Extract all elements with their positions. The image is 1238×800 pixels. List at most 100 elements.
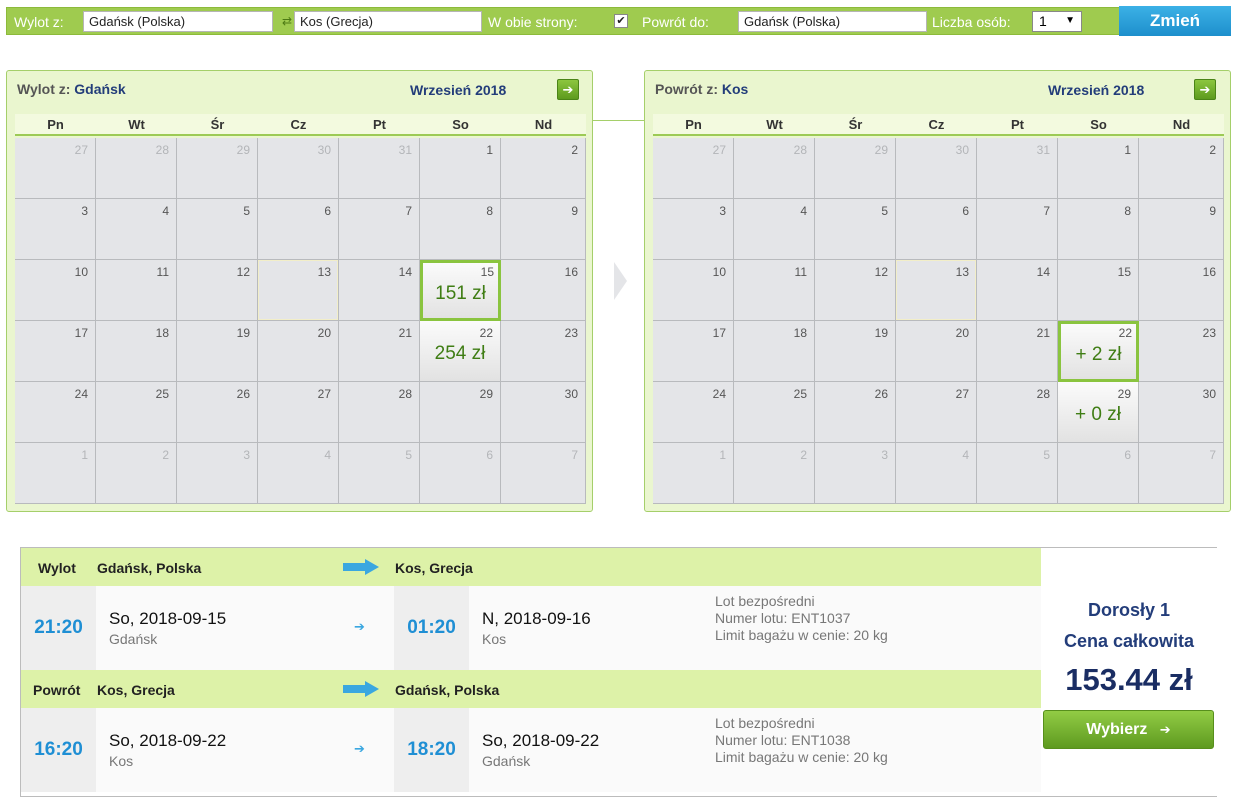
calendar-day[interactable]: 8 (1058, 199, 1139, 260)
calendar-day[interactable]: 30 (258, 138, 339, 199)
calendar-day[interactable]: 7 (339, 199, 420, 260)
calendar-day[interactable]: 8 (420, 199, 501, 260)
calendar-day[interactable]: 10 (653, 260, 734, 321)
calendar-day[interactable]: 21 (339, 321, 420, 382)
day-number: 20 (317, 326, 331, 340)
calendar-day[interactable]: 7 (977, 199, 1058, 260)
calendar-day[interactable]: 4 (258, 443, 339, 504)
calendar-day[interactable]: 31 (977, 138, 1058, 199)
calendar-day[interactable]: 7 (501, 443, 586, 504)
calendar-day[interactable]: 6 (896, 199, 977, 260)
calendar-day[interactable]: 11 (734, 260, 815, 321)
calendar-day[interactable]: 17 (15, 321, 96, 382)
calendar-day[interactable]: 29 + 0 zł (1058, 382, 1139, 443)
from-input[interactable]: Gdańsk (Polska) (83, 11, 273, 32)
calendar-day[interactable]: 29 (420, 382, 501, 443)
calendar-day[interactable]: 27 (896, 382, 977, 443)
calendar-day[interactable]: 20 (258, 321, 339, 382)
calendar-day[interactable]: 3 (653, 199, 734, 260)
calendar-day[interactable]: 20 (896, 321, 977, 382)
calendar-day[interactable]: 14 (339, 260, 420, 321)
calendar-day[interactable]: 16 (501, 260, 586, 321)
calendar-day[interactable]: 29 (177, 138, 258, 199)
calendar-day[interactable]: 11 (96, 260, 177, 321)
calendar-day[interactable]: 17 (653, 321, 734, 382)
calendar-day[interactable]: 23 (1139, 321, 1224, 382)
calendar-day[interactable]: 19 (815, 321, 896, 382)
persons-select[interactable]: 1 ▼ (1032, 11, 1082, 32)
arrow-right-icon: ➔ (562, 82, 574, 97)
calendar-day[interactable]: 13 (258, 260, 339, 321)
calendar-day[interactable]: 5 (977, 443, 1058, 504)
calendar-day[interactable]: 28 (96, 138, 177, 199)
calendar-day[interactable]: 5 (339, 443, 420, 504)
calendar-day[interactable]: 12 (815, 260, 896, 321)
return-input[interactable]: Gdańsk (Polska) (738, 11, 927, 32)
next-month-button[interactable]: ➔ (557, 79, 579, 100)
calendar-day[interactable]: 2 (1139, 138, 1224, 199)
calendar-day[interactable]: 28 (339, 382, 420, 443)
calendar-day[interactable]: 22 254 zł (420, 321, 501, 382)
calendar-day[interactable]: 30 (896, 138, 977, 199)
calendar-day[interactable]: 30 (501, 382, 586, 443)
calendar-day[interactable]: 3 (815, 443, 896, 504)
total-price-label: Cena całkowita (1063, 631, 1195, 651)
weekday-header: So (420, 114, 501, 136)
calendar-day[interactable]: 29 (815, 138, 896, 199)
arrival-city: Kos (482, 631, 507, 647)
calendar-day[interactable]: 1 (420, 138, 501, 199)
calendar-day[interactable]: 24 (653, 382, 734, 443)
calendar-day[interactable]: 21 (977, 321, 1058, 382)
calendar-day[interactable]: 9 (1139, 199, 1224, 260)
calendar-day[interactable]: 6 (1058, 443, 1139, 504)
calendar-day[interactable]: 2 (501, 138, 586, 199)
calendar-day[interactable]: 6 (258, 199, 339, 260)
calendar-day[interactable]: 10 (15, 260, 96, 321)
calendar-day[interactable]: 28 (977, 382, 1058, 443)
calendar-day[interactable]: 15 (1058, 260, 1139, 321)
swap-icon[interactable]: ⇄ (279, 13, 295, 29)
calendar-day[interactable]: 15 151 zł (420, 260, 501, 321)
calendar-day[interactable]: 13 (896, 260, 977, 321)
to-input[interactable]: Kos (Grecja) (294, 11, 482, 32)
calendar-day[interactable]: 27 (653, 138, 734, 199)
day-number: 4 (962, 448, 969, 462)
calendar-day[interactable]: 4 (734, 199, 815, 260)
calendar-day[interactable]: 9 (501, 199, 586, 260)
calendar-day[interactable]: 25 (96, 382, 177, 443)
calendar-day[interactable]: 7 (1139, 443, 1224, 504)
calendar-day[interactable]: 23 (501, 321, 586, 382)
calendar-day[interactable]: 18 (96, 321, 177, 382)
next-month-button[interactable]: ➔ (1194, 79, 1216, 100)
calendar-day[interactable]: 5 (815, 199, 896, 260)
calendar-day[interactable]: 5 (177, 199, 258, 260)
calendar-day[interactable]: 24 (15, 382, 96, 443)
calendar-day[interactable]: 3 (15, 199, 96, 260)
choose-button[interactable]: Wybierz ➔ (1043, 710, 1214, 749)
calendar-day[interactable]: 4 (896, 443, 977, 504)
calendar-day[interactable]: 3 (177, 443, 258, 504)
calendar-day[interactable]: 2 (96, 443, 177, 504)
calendar-day[interactable]: 1 (1058, 138, 1139, 199)
calendar-day[interactable]: 2 (734, 443, 815, 504)
calendar-day[interactable]: 25 (734, 382, 815, 443)
calendar-day[interactable]: 12 (177, 260, 258, 321)
calendar-day[interactable]: 4 (96, 199, 177, 260)
calendar-day[interactable]: 22 + 2 zł (1058, 321, 1139, 382)
calendar-day[interactable]: 1 (653, 443, 734, 504)
calendar-day[interactable]: 28 (734, 138, 815, 199)
roundtrip-checkbox[interactable]: ✔ (614, 14, 628, 28)
calendar-day[interactable]: 19 (177, 321, 258, 382)
calendar-day[interactable]: 30 (1139, 382, 1224, 443)
calendar-day[interactable]: 26 (177, 382, 258, 443)
calendar-day[interactable]: 26 (815, 382, 896, 443)
calendar-day[interactable]: 14 (977, 260, 1058, 321)
calendar-day[interactable]: 18 (734, 321, 815, 382)
change-button[interactable]: Zmień (1119, 6, 1231, 36)
calendar-day[interactable]: 27 (258, 382, 339, 443)
calendar-day[interactable]: 31 (339, 138, 420, 199)
calendar-day[interactable]: 6 (420, 443, 501, 504)
calendar-day[interactable]: 27 (15, 138, 96, 199)
calendar-day[interactable]: 1 (15, 443, 96, 504)
calendar-day[interactable]: 16 (1139, 260, 1224, 321)
